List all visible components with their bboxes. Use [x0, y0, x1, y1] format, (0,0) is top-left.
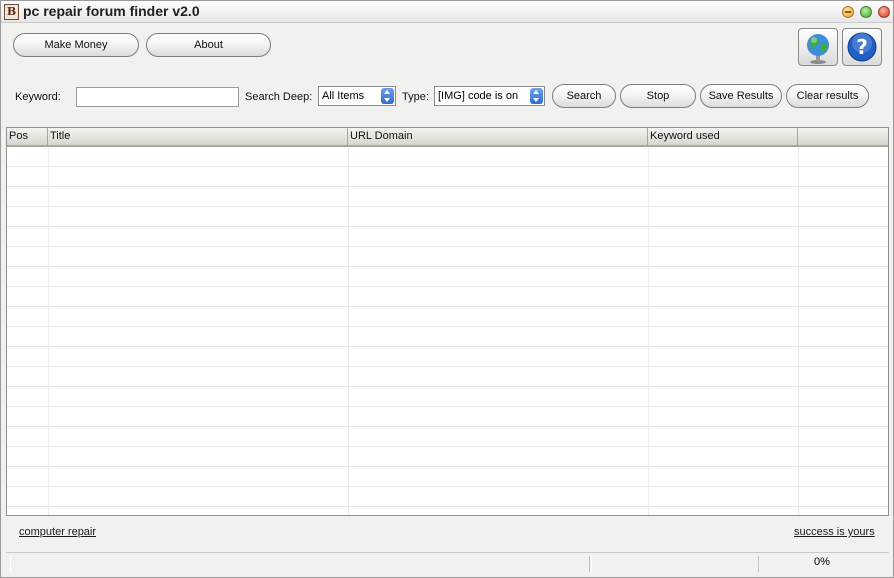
table-row[interactable]	[7, 467, 888, 487]
table-row[interactable]	[7, 487, 888, 507]
table-row[interactable]	[7, 227, 888, 247]
table-row[interactable]	[7, 367, 888, 387]
table-row[interactable]	[7, 247, 888, 267]
search-deep-label: Search Deep:	[245, 91, 313, 103]
type-select[interactable]: [IMG] code is on	[434, 86, 545, 106]
minimize-icon[interactable]	[842, 6, 854, 18]
table-row[interactable]	[7, 427, 888, 447]
globe-icon	[807, 34, 829, 64]
column-header-pos[interactable]: Pos	[7, 128, 48, 145]
svg-text:?: ?	[856, 35, 868, 59]
title-bar[interactable]: B pc repair forum finder v2.0	[1, 1, 893, 23]
column-header-keyword-used[interactable]: Keyword used	[648, 128, 798, 145]
column-header-extra[interactable]	[798, 128, 888, 145]
table-row[interactable]	[7, 187, 888, 207]
maximize-icon[interactable]	[860, 6, 872, 18]
footer-panel	[6, 517, 889, 550]
app-window: B pc repair forum finder v2.0 Make Money…	[0, 0, 894, 578]
select-arrows-icon[interactable]	[381, 88, 394, 104]
results-table[interactable]: Pos Title URL Domain Keyword used	[6, 127, 889, 516]
computer-repair-link[interactable]: computer repair	[19, 526, 96, 538]
status-panel	[10, 556, 590, 572]
column-divider	[48, 147, 49, 515]
about-button[interactable]: About	[146, 33, 271, 57]
table-row[interactable]	[7, 307, 888, 327]
table-row[interactable]	[7, 287, 888, 307]
table-row[interactable]	[7, 447, 888, 467]
window-title: pc repair forum finder v2.0	[23, 3, 200, 19]
keyword-label: Keyword:	[15, 91, 61, 103]
clear-results-button[interactable]: Clear results	[786, 84, 869, 108]
app-icon: B	[4, 4, 19, 20]
column-header-title[interactable]: Title	[48, 128, 348, 145]
column-header-url-domain[interactable]: URL Domain	[348, 128, 648, 145]
table-row[interactable]	[7, 267, 888, 287]
table-row[interactable]	[7, 347, 888, 367]
table-row[interactable]	[7, 327, 888, 347]
make-money-button[interactable]: Make Money	[13, 33, 139, 57]
table-row[interactable]	[7, 407, 888, 427]
results-table-header: Pos Title URL Domain Keyword used	[7, 128, 888, 147]
select-arrows-icon[interactable]	[530, 88, 543, 104]
table-row[interactable]	[7, 507, 888, 515]
table-row[interactable]	[7, 207, 888, 227]
success-is-yours-link[interactable]: success is yours	[794, 526, 875, 538]
table-row[interactable]	[7, 147, 888, 167]
help-button[interactable]: ?	[842, 28, 882, 66]
status-panel	[591, 556, 759, 572]
search-button[interactable]: Search	[552, 84, 616, 108]
close-icon[interactable]	[878, 6, 890, 18]
column-divider	[648, 147, 649, 515]
type-value: [IMG] code is on	[438, 90, 519, 102]
type-label: Type:	[402, 91, 429, 103]
save-results-button[interactable]: Save Results	[700, 84, 782, 108]
status-bar	[6, 552, 889, 573]
column-divider	[348, 147, 349, 515]
stop-button[interactable]: Stop	[620, 84, 696, 108]
search-deep-select[interactable]: All Items	[318, 86, 396, 106]
help-icon: ?	[847, 32, 877, 62]
table-row[interactable]	[7, 387, 888, 407]
search-deep-value: All Items	[322, 90, 365, 102]
globe-button[interactable]	[798, 28, 838, 66]
keyword-input[interactable]	[76, 87, 239, 107]
column-divider	[798, 147, 799, 515]
table-row[interactable]	[7, 167, 888, 187]
progress-text: 0%	[814, 556, 830, 568]
